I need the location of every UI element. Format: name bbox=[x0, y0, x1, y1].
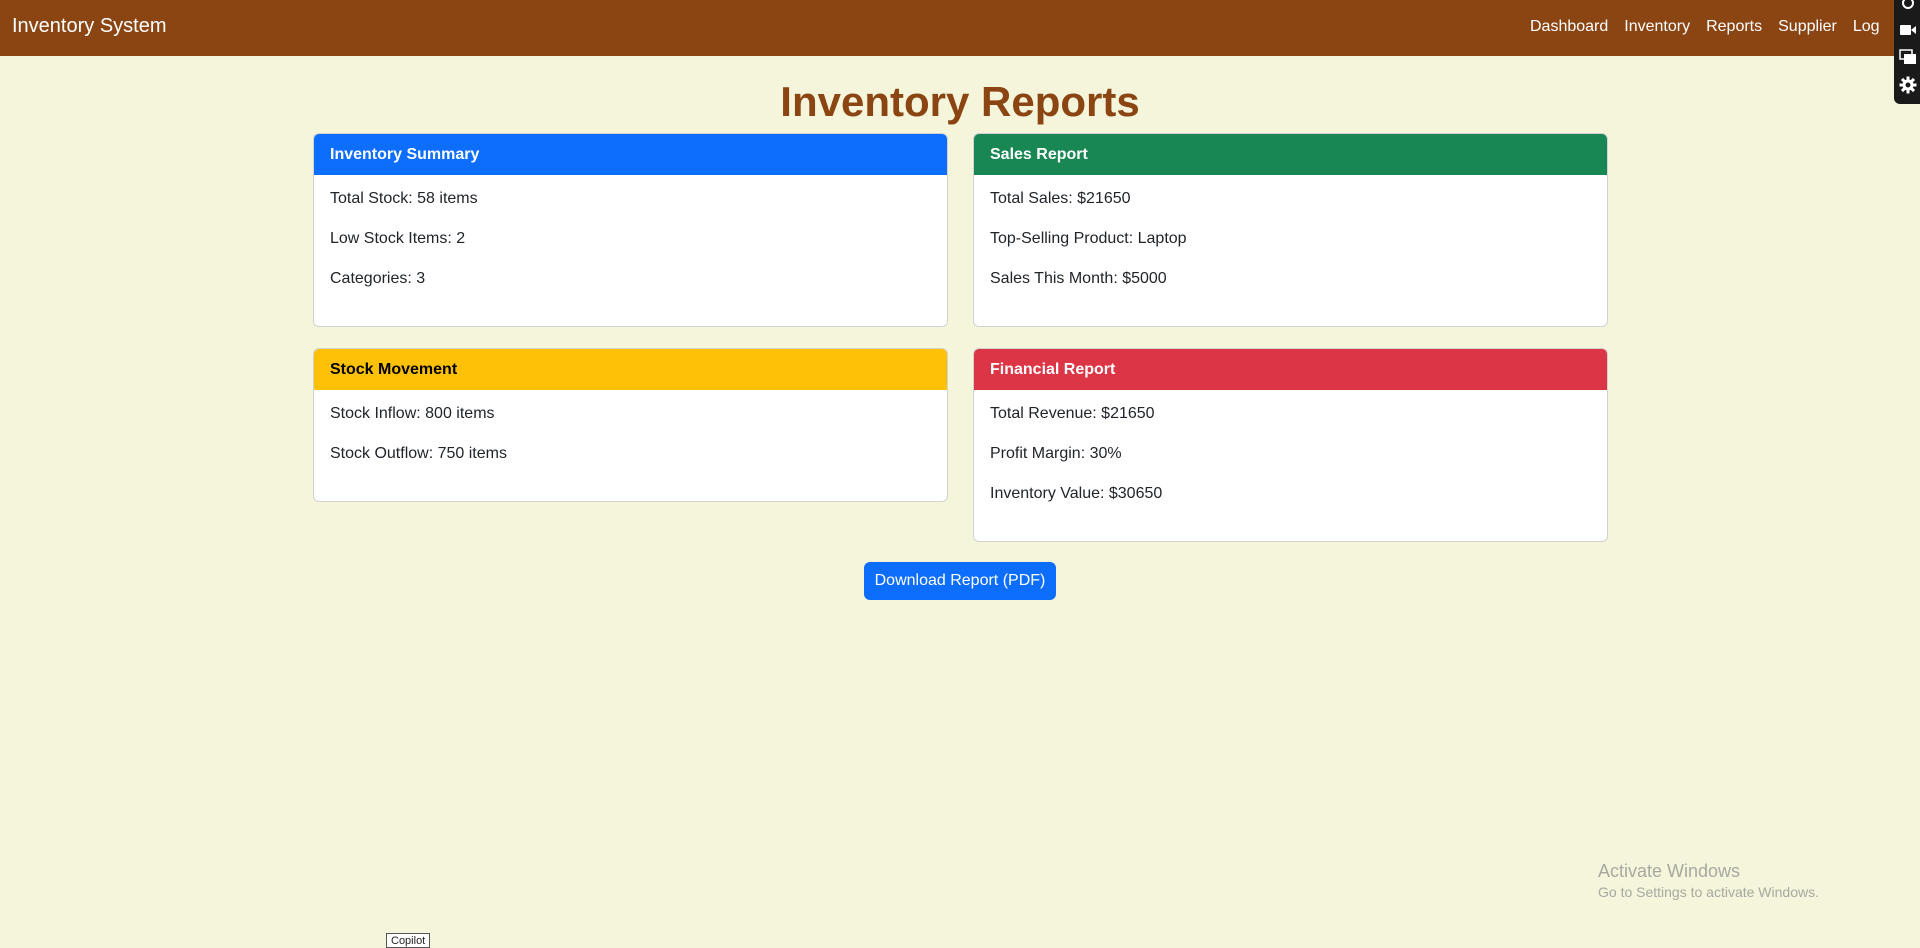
navbar-brand[interactable]: Inventory System bbox=[12, 15, 167, 38]
copilot-tooltip: Copilot bbox=[386, 933, 431, 948]
watermark-subtitle: Go to Settings to activate Windows. bbox=[1598, 884, 1819, 900]
nav-link-logout[interactable]: Logout bbox=[1853, 18, 1880, 36]
inventory-summary-card: Inventory Summary Total Stock: 58 items … bbox=[313, 133, 948, 327]
nav-link-supplier[interactable]: Supplier bbox=[1778, 18, 1837, 36]
record-icon[interactable] bbox=[1899, 0, 1917, 12]
card-header: Inventory Summary bbox=[314, 134, 947, 175]
activate-windows-watermark: Activate Windows Go to Settings to activ… bbox=[1598, 860, 1819, 902]
inventory-value-text: Inventory Value: $30650 bbox=[990, 485, 1163, 502]
card-header: Financial Report bbox=[974, 349, 1607, 390]
top-selling-product-text: Top-Selling Product: Laptop bbox=[990, 230, 1187, 247]
card-header: Sales Report bbox=[974, 134, 1607, 175]
low-stock-text: Low Stock Items: 2 bbox=[330, 230, 466, 247]
card-header: Stock Movement bbox=[314, 349, 947, 390]
categories-text: Categories: 3 bbox=[330, 270, 426, 287]
nav-link-reports[interactable]: Reports bbox=[1706, 18, 1762, 36]
financial-report-card: Financial Report Total Revenue: $21650 P… bbox=[973, 348, 1608, 542]
stacked-windows-icon[interactable] bbox=[1899, 48, 1917, 66]
nav-link-dashboard[interactable]: Dashboard bbox=[1530, 18, 1608, 36]
nav-links: Dashboard Inventory Reports Supplier Log… bbox=[1530, 18, 1880, 36]
download-report-button[interactable]: Download Report (PDF) bbox=[864, 562, 1056, 600]
navbar: Inventory System Dashboard Inventory Rep… bbox=[0, 0, 1920, 56]
watermark-title: Activate Windows bbox=[1598, 861, 1741, 881]
total-revenue-text: Total Revenue: $21650 bbox=[990, 405, 1155, 422]
sales-this-month-text: Sales This Month: $5000 bbox=[990, 270, 1167, 287]
total-sales-text: Total Sales: $21650 bbox=[990, 190, 1131, 207]
profit-margin-text: Profit Margin: 30% bbox=[990, 445, 1122, 462]
sales-report-card: Sales Report Total Sales: $21650 Top-Sel… bbox=[973, 133, 1608, 327]
card-body: Total Stock: 58 items Low Stock Items: 2… bbox=[314, 175, 947, 287]
card-body: Total Sales: $21650 Top-Selling Product:… bbox=[974, 175, 1607, 287]
stock-inflow-text: Stock Inflow: 800 items bbox=[330, 405, 495, 422]
stock-outflow-text: Stock Outflow: 750 items bbox=[330, 445, 507, 462]
stock-movement-card: Stock Movement Stock Inflow: 800 items S… bbox=[313, 348, 948, 502]
page-title: Inventory Reports bbox=[780, 78, 1140, 125]
card-body: Total Revenue: $21650 Profit Margin: 30%… bbox=[974, 390, 1607, 502]
nav-link-inventory[interactable]: Inventory bbox=[1624, 18, 1690, 36]
video-camera-icon[interactable] bbox=[1899, 21, 1917, 39]
total-stock-text: Total Stock: 58 items bbox=[330, 190, 478, 207]
card-body: Stock Inflow: 800 items Stock Outflow: 7… bbox=[314, 390, 947, 462]
